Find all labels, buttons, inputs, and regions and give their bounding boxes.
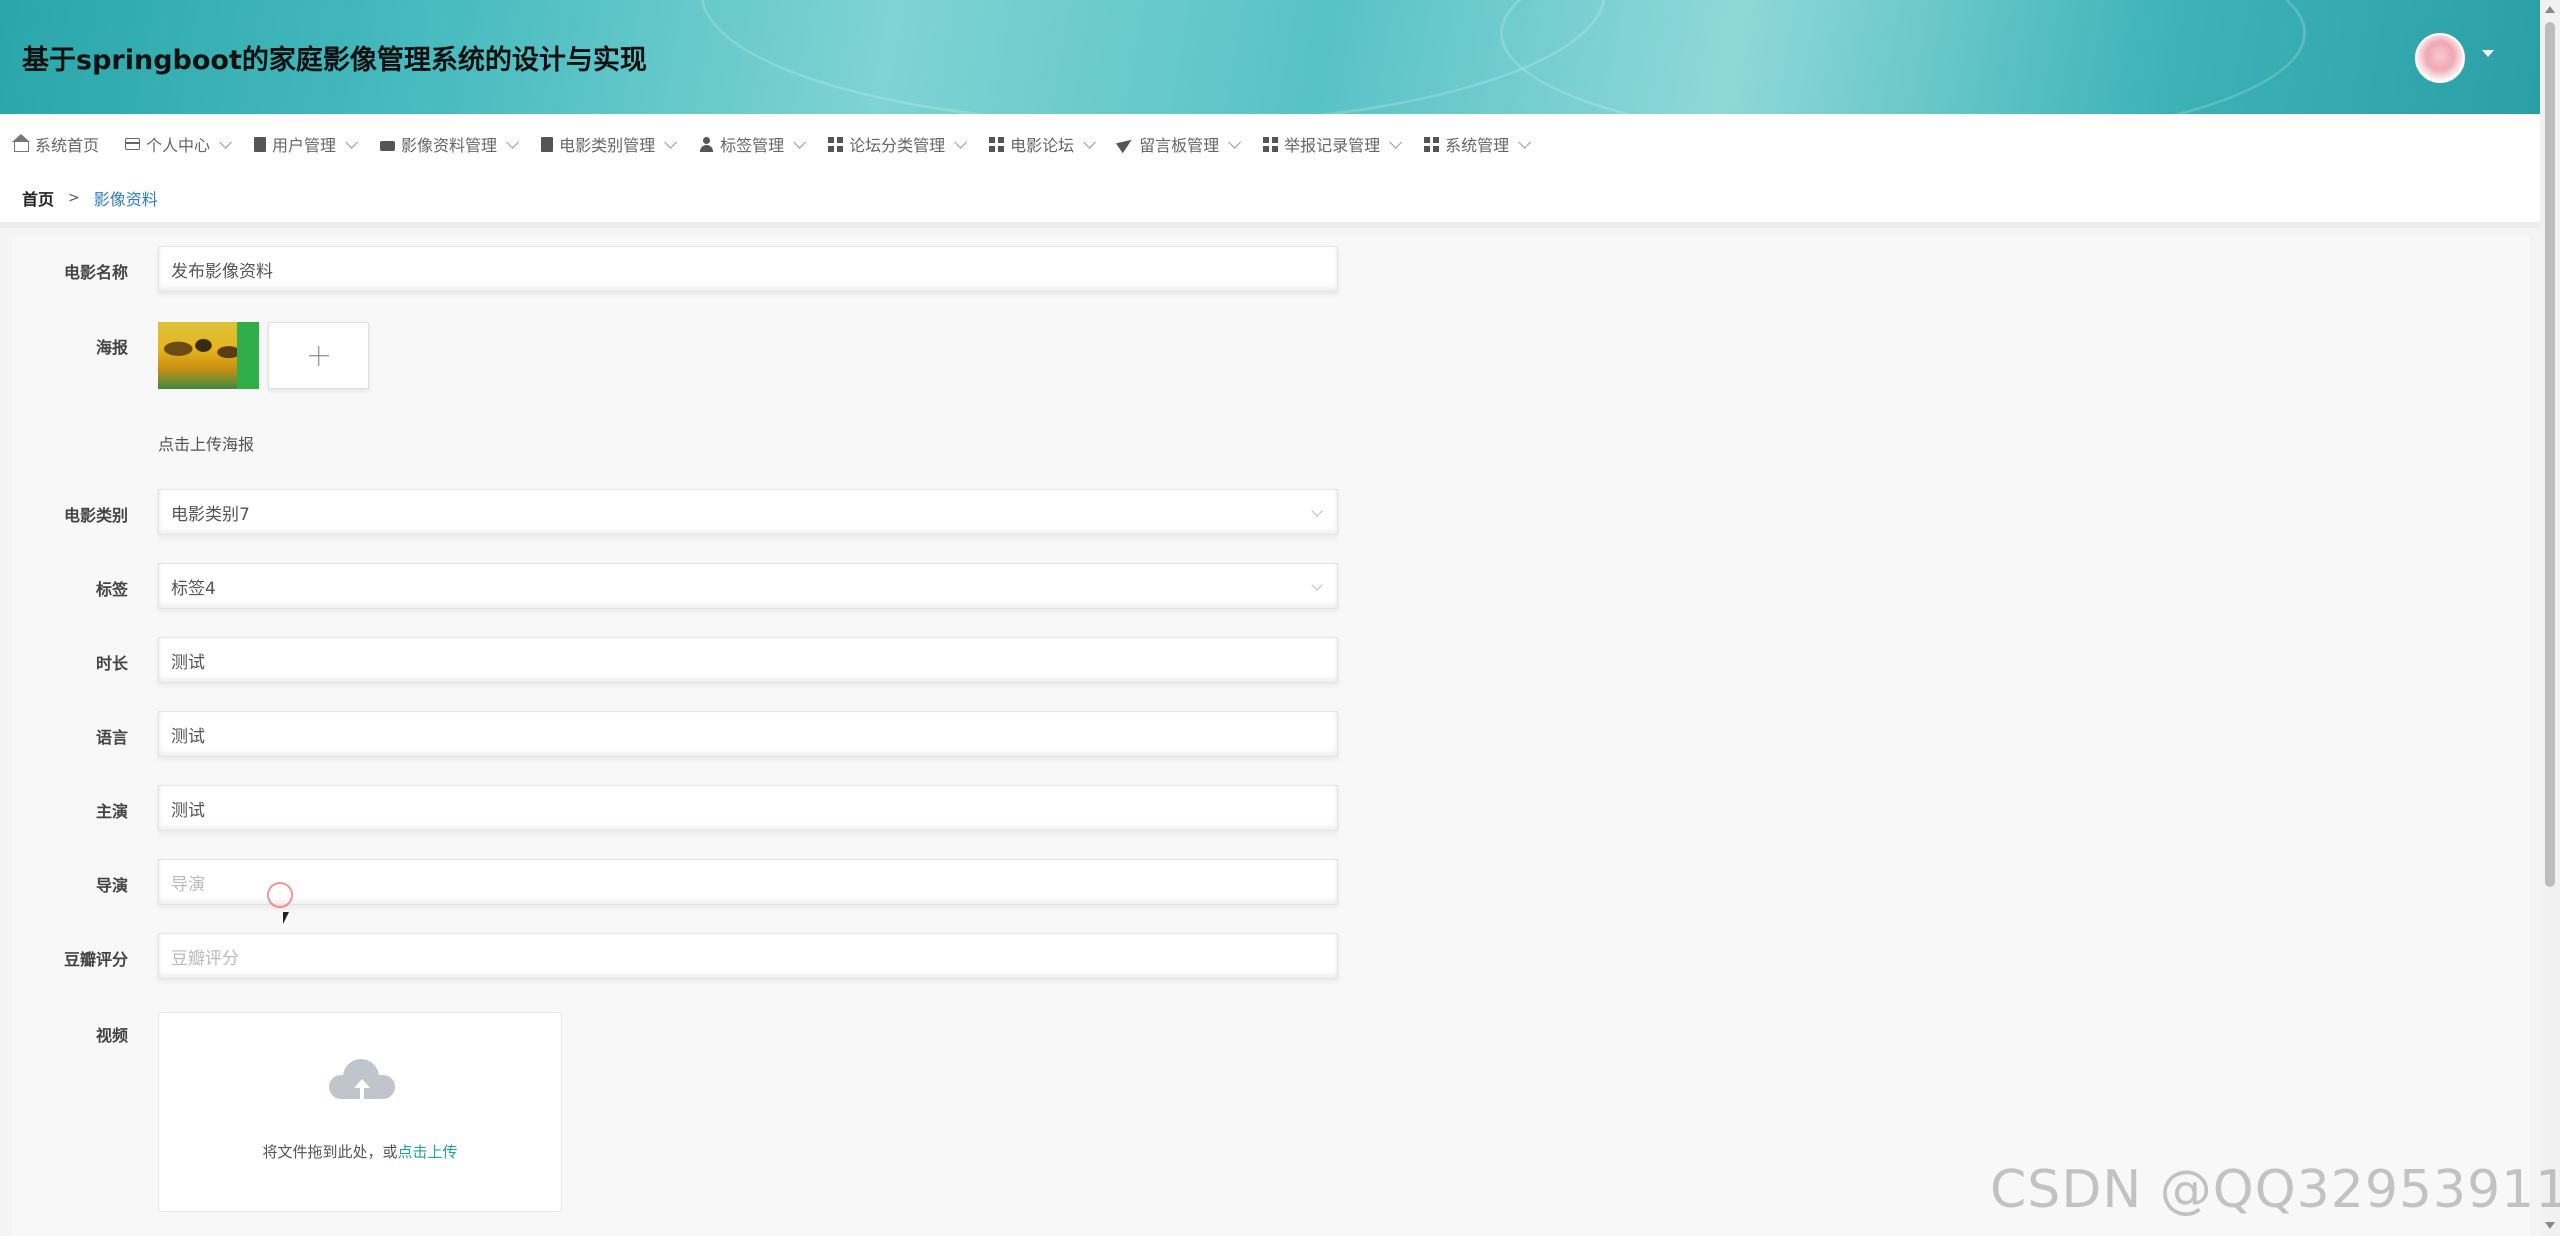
field-label: 主演: [95, 802, 128, 821]
briefcase-icon: [380, 141, 396, 151]
grid-icon: [1263, 136, 1279, 152]
nav-item-personal-center[interactable]: 个人中心: [125, 132, 233, 156]
field-label: 时长: [95, 654, 128, 673]
chevron-down-icon: [954, 135, 968, 149]
breadcrumb-separator: >: [68, 190, 80, 206]
chevron-down-icon: [1518, 135, 1532, 149]
chevron-down-icon: [345, 135, 359, 149]
nav-item-label: 系统首页: [35, 136, 100, 155]
field-label: 电影类别: [63, 506, 128, 525]
chevron-down-icon: [1311, 505, 1323, 517]
app-title: 基于springboot的家庭影像管理系统的设计与实现: [22, 45, 647, 76]
scroll-up-icon[interactable]: [2545, 6, 2555, 13]
video-upload-dropzone[interactable]: 将文件拖到此处，或点击上传: [158, 1012, 562, 1212]
breadcrumb-home[interactable]: 首页: [22, 186, 54, 210]
user-avatar[interactable]: [2415, 33, 2465, 83]
nav-item-category-management[interactable]: 电影类别管理: [541, 132, 678, 156]
header-decoration: [1500, 0, 2306, 114]
nav-item-forum-category[interactable]: 论坛分类管理: [828, 132, 968, 156]
chevron-down-icon[interactable]: [2482, 50, 2494, 57]
chevron-down-icon: [506, 135, 520, 149]
chevron-down-icon: [219, 135, 233, 149]
tag-select[interactable]: 标签4: [158, 563, 1338, 609]
tag-select-value: 标签4: [171, 578, 216, 599]
nav-item-home[interactable]: 系统首页: [12, 132, 100, 156]
upload-drop-text: 将文件拖到此处，或: [262, 1143, 398, 1161]
nav-item-label: 影像资料管理: [401, 136, 498, 155]
breadcrumb: 首页 > 影像资料: [0, 174, 2540, 228]
chevron-down-icon: [1389, 135, 1403, 149]
page-scrollbar[interactable]: [2540, 0, 2560, 1236]
home-icon: [12, 133, 30, 152]
nav-item-label: 个人中心: [146, 136, 211, 155]
poster-upload-hint: 点击上传海报: [158, 435, 255, 454]
nav-item-user-management[interactable]: 用户管理: [254, 132, 359, 156]
field-label: 豆瓣评分: [63, 950, 128, 969]
grid-icon: [1424, 136, 1440, 152]
field-label: 标签: [95, 580, 128, 599]
main-nav: 系统首页 个人中心 用户管理 影像资料管理 电影类别管理 标签管理 论坛分类管理…: [0, 114, 2540, 174]
user-icon: [699, 136, 714, 152]
nav-item-media-management[interactable]: 影像资料管理: [380, 132, 520, 156]
nav-item-label: 用户管理: [272, 136, 337, 155]
nav-item-report-records[interactable]: 举报记录管理: [1263, 132, 1403, 156]
checklist-icon: [541, 136, 554, 152]
form-panel: 电影名称 发布影像资料 海报 点击上传海报 电影类别 电影类别7 标签 标签4 …: [12, 236, 2530, 1236]
chevron-down-icon: [1228, 135, 1242, 149]
click-indicator: [267, 882, 293, 908]
cloud-upload-icon: [329, 1059, 395, 1099]
document-icon: [254, 136, 267, 152]
chevron-down-icon: [793, 135, 807, 149]
category-select-value: 电影类别7: [171, 504, 250, 525]
field-label: 语言: [95, 728, 128, 747]
nav-item-label: 电影论坛: [1010, 136, 1075, 155]
language-input[interactable]: 测试: [158, 711, 1338, 757]
nav-item-label: 举报记录管理: [1284, 136, 1381, 155]
upload-link[interactable]: 点击上传: [398, 1143, 458, 1161]
duration-input[interactable]: 测试: [158, 637, 1338, 683]
field-label: 视频: [95, 1026, 128, 1045]
nav-item-label: 系统管理: [1445, 136, 1510, 155]
field-label: 导演: [95, 876, 128, 895]
movie-name-input[interactable]: 发布影像资料: [158, 246, 1338, 292]
chevron-down-icon: [1311, 579, 1323, 591]
grid-icon: [989, 136, 1005, 152]
upload-instructions: 将文件拖到此处，或点击上传: [159, 1141, 561, 1162]
chevron-down-icon: [1083, 135, 1097, 149]
nav-item-label: 论坛分类管理: [849, 136, 946, 155]
scroll-down-icon[interactable]: [2545, 1222, 2555, 1229]
card-icon: [125, 138, 141, 150]
paper-plane-icon: [1116, 134, 1136, 154]
category-select[interactable]: 电影类别7: [158, 489, 1338, 535]
header-decoration: [700, 0, 1606, 114]
nav-item-system-management[interactable]: 系统管理: [1424, 132, 1532, 156]
nav-item-movie-forum[interactable]: 电影论坛: [989, 132, 1097, 156]
grid-icon: [828, 136, 844, 152]
watermark: CSDN @QQ3295391197: [1990, 1160, 2560, 1220]
director-input[interactable]: 导演: [158, 859, 1338, 905]
field-label: 电影名称: [63, 263, 128, 282]
poster-thumbnail[interactable]: [158, 322, 259, 389]
mouse-cursor-icon: [283, 912, 289, 924]
add-poster-button[interactable]: [268, 322, 369, 389]
nav-item-label: 留言板管理: [1139, 136, 1220, 155]
douban-rating-input[interactable]: 豆瓣评分: [158, 933, 1338, 979]
breadcrumb-current[interactable]: 影像资料: [94, 186, 158, 210]
field-label: 海报: [95, 338, 128, 357]
nav-item-message-board[interactable]: 留言板管理: [1116, 132, 1242, 156]
nav-item-label: 标签管理: [720, 136, 785, 155]
scrollbar-thumb[interactable]: [2545, 22, 2555, 887]
nav-item-label: 电影类别管理: [559, 136, 656, 155]
nav-item-tag-management[interactable]: 标签管理: [699, 132, 807, 156]
actors-input[interactable]: 测试: [158, 785, 1338, 831]
header-bar: 基于springboot的家庭影像管理系统的设计与实现: [0, 0, 2540, 114]
chevron-down-icon: [664, 135, 678, 149]
